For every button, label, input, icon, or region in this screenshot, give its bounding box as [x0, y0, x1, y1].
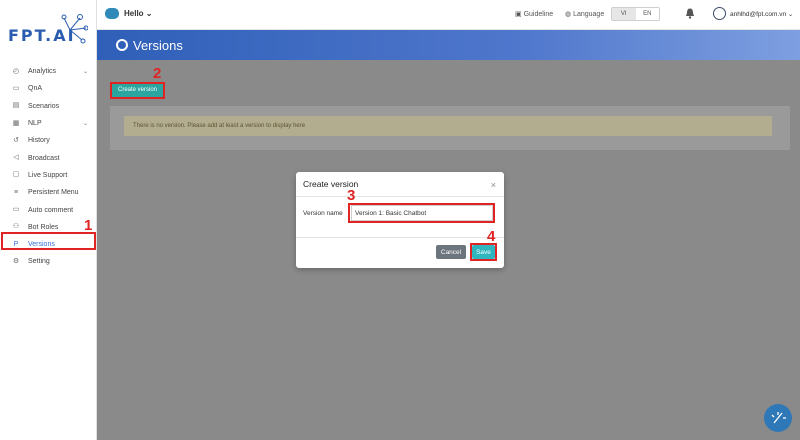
divider: [296, 237, 504, 238]
highlight-versions: [1, 232, 96, 250]
sidebar-item-persistent-menu[interactable]: ≡ Persistent Menu: [0, 184, 97, 201]
sidebar-item-label: Auto comment: [28, 206, 74, 214]
sidebar-item-scenarios[interactable]: ▤ Scenarios: [0, 98, 97, 115]
sidebar-item-label: Broadcast: [28, 154, 60, 162]
support-icon: ▢: [12, 171, 20, 179]
highlight-save-button: [470, 243, 497, 261]
cancel-button[interactable]: Cancel: [436, 245, 466, 259]
sidebar-item-label: Bot Roles: [28, 223, 59, 231]
user-avatar[interactable]: [713, 7, 726, 20]
chevron-down-icon: ⌄: [82, 120, 88, 127]
sidebar-item-nlp[interactable]: ▦ NLP ⌄: [0, 115, 97, 132]
fpt-ai-logo[interactable]: FPT.AI: [8, 10, 88, 46]
sidebar-item-qna[interactable]: ▭ QnA: [0, 80, 97, 97]
page-title: Versions: [133, 38, 183, 53]
language-switch[interactable]: VI EN: [611, 7, 660, 21]
broadcast-icon: ◁: [13, 154, 19, 162]
divider: [296, 196, 504, 197]
language-label: ◍ Language: [565, 10, 604, 18]
sidebar-item-label: Setting: [28, 258, 50, 266]
bot-avatar-icon: [105, 8, 119, 19]
sidebar-item-analytics[interactable]: ◴ Analytics ⌄: [0, 63, 97, 80]
bot-selector[interactable]: Hello ⌄: [124, 9, 152, 18]
lang-vi-option[interactable]: VI: [612, 8, 636, 20]
step-number-2: 2: [153, 65, 162, 82]
gear-icon: ⚙: [12, 257, 20, 265]
comment-icon: ▭: [12, 206, 20, 214]
sidebar-item-auto-comment[interactable]: ▭ Auto comment: [0, 201, 97, 218]
topbar: Hello ⌄ ▣ Guideline ◍ Language VI EN anh…: [97, 0, 800, 30]
sidebar-item-label: Live Support: [28, 171, 68, 179]
support-sparkle-icon: [771, 412, 786, 424]
user-menu[interactable]: anhlhd@fpt.com.vn ⌄: [730, 10, 793, 18]
help-fab[interactable]: [764, 404, 792, 432]
sidebar-item-setting[interactable]: ⚙ Setting: [0, 253, 97, 270]
sidebar-item-label: QnA: [28, 85, 43, 93]
history-icon: ↺: [13, 136, 19, 144]
roles-icon: ⚇: [12, 223, 20, 231]
gear-icon: [116, 39, 128, 51]
sidebar-item-label: History: [28, 137, 50, 145]
step-number-3: 3: [347, 187, 356, 204]
highlight-version-input: [348, 203, 495, 223]
logo-text: FPT.AI: [8, 26, 76, 45]
sidebar-item-label: NLP: [28, 120, 42, 128]
page-header: Versions: [97, 30, 800, 60]
sidebar-item-label: Scenarios: [28, 102, 60, 110]
version-name-label: Version name: [303, 210, 343, 217]
chat-icon: ▭: [12, 84, 20, 92]
nlp-icon: ▦: [12, 119, 20, 127]
sidebar: FPT.AI ◴ Analytics ⌄ ▭ QnA ▤ Scenarios ▦…: [0, 0, 97, 440]
sidebar-item-label: Analytics: [28, 68, 57, 76]
language-text: Language: [573, 11, 605, 18]
guideline-label: Guideline: [523, 11, 554, 18]
chevron-down-icon: ⌄: [82, 69, 88, 75]
sidebar-item-label: Persistent Menu: [28, 189, 79, 197]
lang-en-option[interactable]: EN: [636, 8, 660, 20]
chart-icon: ◴: [12, 67, 20, 75]
highlight-create-button: [110, 82, 165, 99]
sidebar-item-broadcast[interactable]: ◁ Broadcast: [0, 149, 97, 166]
bell-icon[interactable]: [685, 8, 695, 19]
globe-icon: ◍: [565, 11, 574, 18]
close-icon[interactable]: ×: [491, 180, 496, 190]
sidebar-item-history[interactable]: ↺ History: [0, 132, 97, 149]
sidebar-item-live-support[interactable]: ▢ Live Support: [0, 167, 97, 184]
step-number-4: 4: [487, 228, 496, 245]
scenario-icon: ▤: [12, 102, 20, 110]
menu-icon: ≡: [13, 188, 19, 196]
empty-notice: There is no version. Please add at least…: [124, 116, 772, 136]
book-icon: ▣: [515, 11, 524, 18]
step-number-1: 1: [84, 217, 93, 234]
guideline-link[interactable]: ▣ Guideline: [515, 10, 553, 18]
